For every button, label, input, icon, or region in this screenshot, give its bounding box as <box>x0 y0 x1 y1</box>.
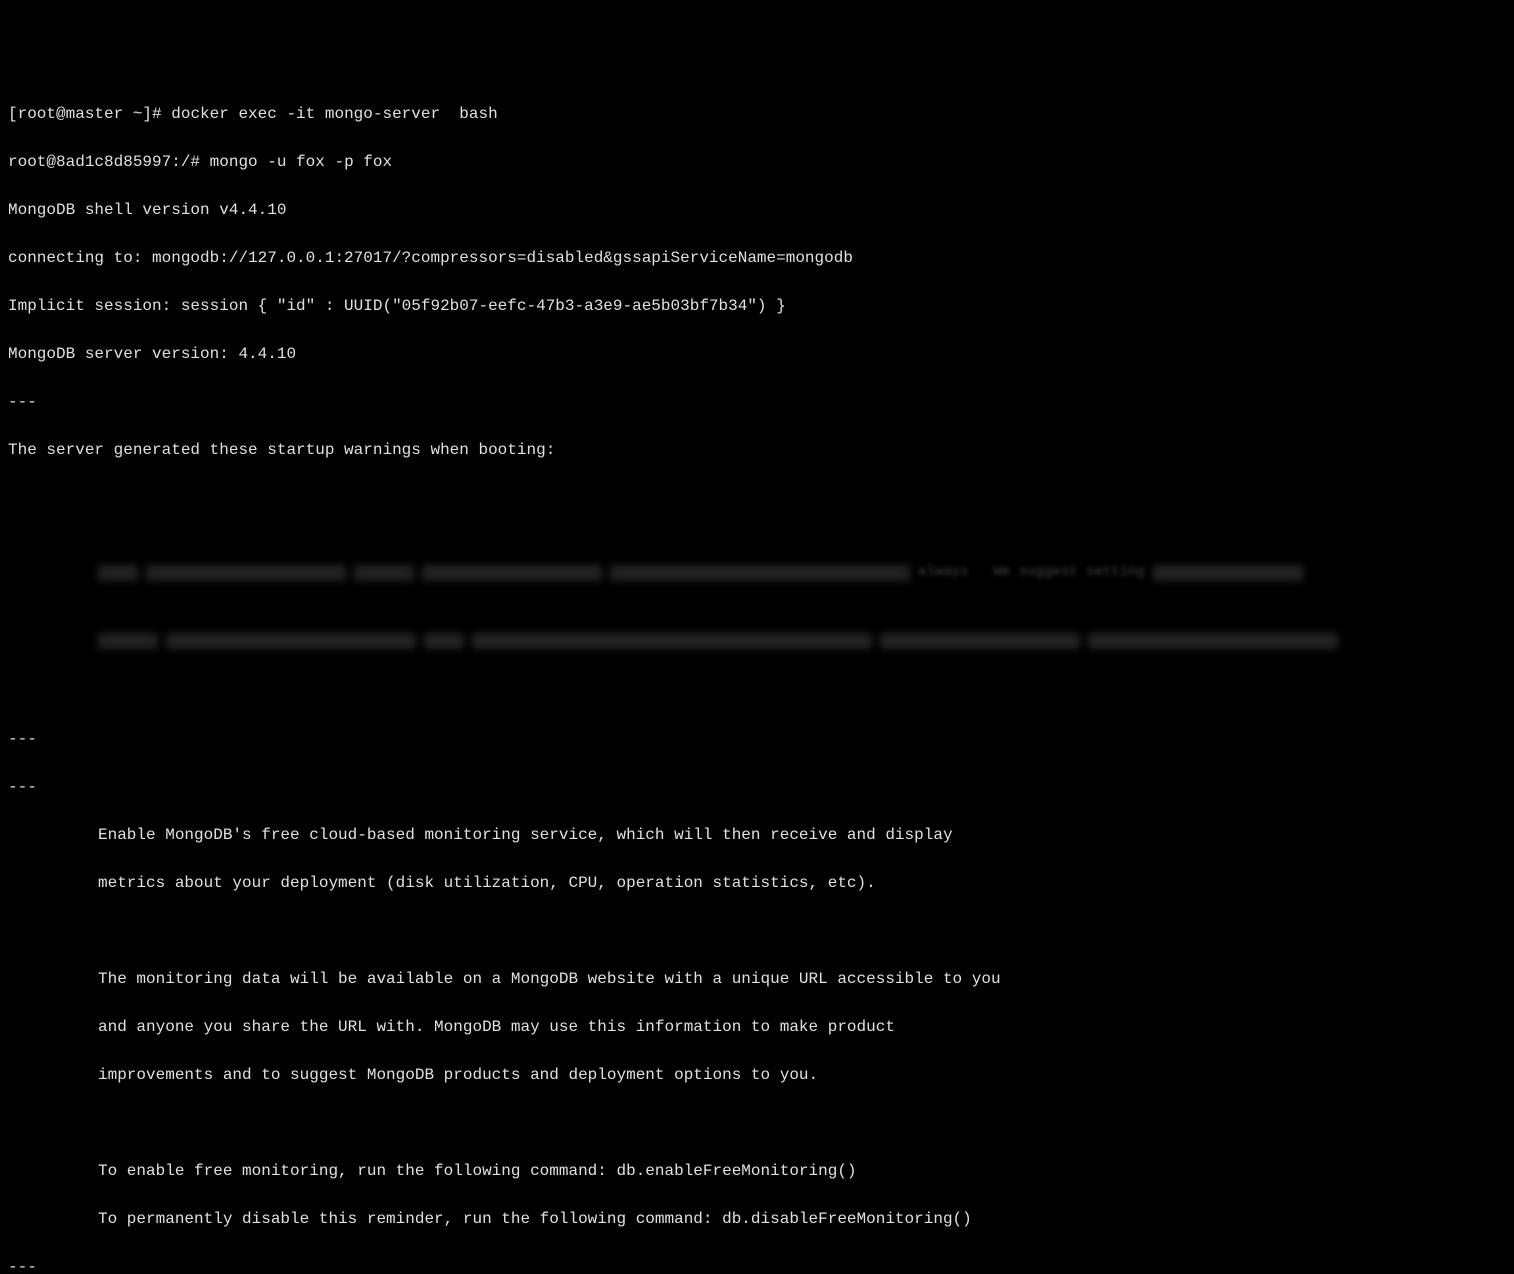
redacted-hint: always We suggest setting <box>918 562 1145 583</box>
shell-prompt: [root@master ~]# <box>8 105 171 123</box>
output-line: improvements and to suggest MongoDB prod… <box>8 1063 1506 1087</box>
output-line: To permanently disable this reminder, ru… <box>8 1207 1506 1231</box>
output-line: MongoDB server version: 4.4.10 <box>8 342 1506 366</box>
separator-line: --- <box>8 727 1506 751</box>
output-line: connecting to: mongodb://127.0.0.1:27017… <box>8 246 1506 270</box>
command-text: mongo -u fox -p fox <box>210 153 392 171</box>
output-line: Enable MongoDB's free cloud-based monito… <box>8 823 1506 847</box>
terminal-line[interactable]: root@8ad1c8d85997:/# mongo -u fox -p fox <box>8 150 1506 174</box>
redacted-warnings: always We suggest setting <box>8 514 1506 675</box>
separator-line: --- <box>8 1255 1506 1274</box>
output-line: The monitoring data will be available on… <box>8 967 1506 991</box>
output-line: MongoDB shell version v4.4.10 <box>8 198 1506 222</box>
output-line: metrics about your deployment (disk util… <box>8 871 1506 895</box>
output-line: Implicit session: session { "id" : UUID(… <box>8 294 1506 318</box>
output-line: and anyone you share the URL with. Mongo… <box>8 1015 1506 1039</box>
terminal-line[interactable]: [root@master ~]# docker exec -it mongo-s… <box>8 102 1506 126</box>
shell-prompt: root@8ad1c8d85997:/# <box>8 153 210 171</box>
command-text: docker exec -it mongo-server bash <box>171 105 497 123</box>
output-line: To enable free monitoring, run the follo… <box>8 1159 1506 1183</box>
output-line: The server generated these startup warni… <box>8 438 1506 462</box>
separator-line: --- <box>8 390 1506 414</box>
separator-line: --- <box>8 775 1506 799</box>
